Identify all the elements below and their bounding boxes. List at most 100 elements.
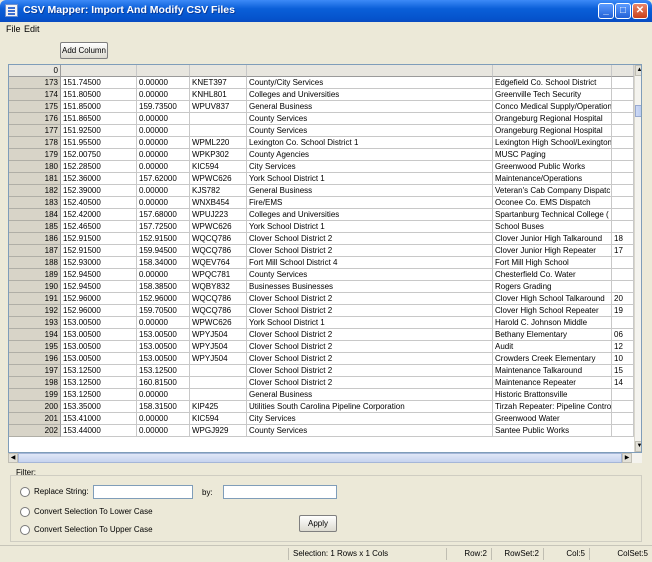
- table-cell[interactable]: Clover School District 2: [247, 305, 493, 317]
- row-number[interactable]: 192: [9, 305, 61, 317]
- table-cell[interactable]: 159.94500: [137, 245, 190, 257]
- table-cell[interactable]: WQCQ786: [190, 233, 247, 245]
- table-cell[interactable]: 151.92500: [61, 125, 137, 137]
- row-number[interactable]: 194: [9, 329, 61, 341]
- table-cell[interactable]: 153.00500: [61, 317, 137, 329]
- table-cell[interactable]: WPYJ504: [190, 329, 247, 341]
- table-row[interactable]: 187 152.91500 159.94500 WQCQ786 Clover Schoo…: [9, 245, 634, 257]
- table-row[interactable]: 199 153.12500 0.00000 General Business Histo…: [9, 389, 634, 401]
- table-cell[interactable]: KJS782: [190, 185, 247, 197]
- table-cell[interactable]: Maintenance Talkaround: [493, 365, 612, 377]
- table-cell[interactable]: County Services: [247, 125, 493, 137]
- table-cell[interactable]: 152.94500: [61, 269, 137, 281]
- vertical-scrollbar[interactable]: ▲ ▼: [634, 65, 641, 452]
- table-cell[interactable]: 0.00000: [137, 125, 190, 137]
- table-cell[interactable]: Clover High School Talkaround: [493, 293, 612, 305]
- scroll-right-button[interactable]: ▶: [622, 453, 632, 463]
- table-cell[interactable]: Veteran's Cab Company Dispatc: [493, 185, 612, 197]
- row-number[interactable]: 184: [9, 209, 61, 221]
- table-cell[interactable]: 158.31500: [137, 401, 190, 413]
- title-bar[interactable]: CSV Mapper: Import And Modify CSV Files …: [0, 0, 652, 22]
- table-cell[interactable]: WQCQ786: [190, 293, 247, 305]
- scroll-up-button[interactable]: ▲: [635, 65, 641, 76]
- table-cell[interactable]: 0.00000: [137, 269, 190, 281]
- row-number[interactable]: 174: [9, 89, 61, 101]
- row-number[interactable]: 175: [9, 101, 61, 113]
- table-cell[interactable]: 20: [612, 293, 634, 305]
- table-cell[interactable]: 151.95500: [61, 137, 137, 149]
- table-cell[interactable]: Oconee Co. EMS Dispatch: [493, 197, 612, 209]
- replace-string-option[interactable]: Replace String:: [20, 486, 89, 498]
- table-cell[interactable]: KNHL801: [190, 89, 247, 101]
- scroll-down-button[interactable]: ▼: [635, 441, 641, 452]
- table-row[interactable]: 201 153.41000 0.00000 KIC594 City Services Gr…: [9, 413, 634, 425]
- table-cell[interactable]: 152.46500: [61, 221, 137, 233]
- table-cell[interactable]: 159.70500: [137, 305, 190, 317]
- table-cell[interactable]: Bethany Elementary: [493, 329, 612, 341]
- row-number[interactable]: 195: [9, 341, 61, 353]
- table-cell[interactable]: General Business: [247, 389, 493, 401]
- table-row[interactable]: 185 152.46500 157.72500 WPWC626 York School …: [9, 221, 634, 233]
- table-cell[interactable]: Clover School District 2: [247, 245, 493, 257]
- apply-button[interactable]: Apply: [299, 515, 337, 532]
- table-cell[interactable]: 152.96000: [137, 293, 190, 305]
- table-cell[interactable]: 153.12500: [137, 365, 190, 377]
- row-number[interactable]: 183: [9, 197, 61, 209]
- table-cell[interactable]: Greenwood Public Works: [493, 161, 612, 173]
- table-cell[interactable]: WPWC626: [190, 173, 247, 185]
- table-cell[interactable]: [190, 125, 247, 137]
- row-number[interactable]: 197: [9, 365, 61, 377]
- table-cell[interactable]: 157.72500: [137, 221, 190, 233]
- table-cell[interactable]: 152.42000: [61, 209, 137, 221]
- table-cell[interactable]: 0.00000: [137, 89, 190, 101]
- table-row[interactable]: 194 153.00500 153.00500 WPYJ504 Clover Schoo…: [9, 329, 634, 341]
- table-cell[interactable]: 158.38500: [137, 281, 190, 293]
- table-cell[interactable]: 152.94500: [61, 281, 137, 293]
- table-cell[interactable]: [190, 389, 247, 401]
- table-cell[interactable]: Clover School District 2: [247, 353, 493, 365]
- table-cell[interactable]: KIC594: [190, 161, 247, 173]
- table-cell[interactable]: York School District 1: [247, 221, 493, 233]
- table-cell[interactable]: 14: [612, 377, 634, 389]
- table-cell[interactable]: 19: [612, 305, 634, 317]
- table-cell[interactable]: 0.00000: [137, 413, 190, 425]
- table-cell[interactable]: 152.96000: [61, 293, 137, 305]
- table-cell[interactable]: [612, 149, 634, 161]
- by-input[interactable]: [223, 485, 337, 499]
- table-cell[interactable]: [612, 101, 634, 113]
- row-number[interactable]: 179: [9, 149, 61, 161]
- row-number[interactable]: 198: [9, 377, 61, 389]
- table-cell[interactable]: Maintenance Repeater: [493, 377, 612, 389]
- table-cell[interactable]: WQEV764: [190, 257, 247, 269]
- table-cell[interactable]: City Services: [247, 413, 493, 425]
- table-cell[interactable]: 153.00500: [137, 329, 190, 341]
- table-cell[interactable]: Tirzah Repeater: Pipeline Control: [493, 401, 612, 413]
- table-cell[interactable]: 153.44000: [61, 425, 137, 437]
- table-cell[interactable]: 0.00000: [137, 137, 190, 149]
- table-row[interactable]: 180 152.28500 0.00000 KIC594 City Services Gr…: [9, 161, 634, 173]
- table-cell[interactable]: [612, 89, 634, 101]
- row-number[interactable]: 180: [9, 161, 61, 173]
- table-cell[interactable]: WQCQ786: [190, 245, 247, 257]
- table-cell[interactable]: 152.91500: [61, 245, 137, 257]
- table-row[interactable]: 173 151.74500 0.00000 KNET397 County/City Se…: [9, 77, 634, 89]
- table-cell[interactable]: Fort Mill High School: [493, 257, 612, 269]
- table-cell[interactable]: 152.96000: [61, 305, 137, 317]
- table-cell[interactable]: Maintenance/Operations: [493, 173, 612, 185]
- table-cell[interactable]: 157.62000: [137, 173, 190, 185]
- table-cell[interactable]: WPKP302: [190, 149, 247, 161]
- table-cell[interactable]: 159.73500: [137, 101, 190, 113]
- table-cell[interactable]: [612, 185, 634, 197]
- replace-input[interactable]: [93, 485, 193, 499]
- table-cell[interactable]: 153.00500: [137, 341, 190, 353]
- table-cell[interactable]: Rogers Grading: [493, 281, 612, 293]
- table-cell[interactable]: Edgefield Co. School District: [493, 77, 612, 89]
- table-row[interactable]: 179 152.00750 0.00000 WPKP302 County Agencie…: [9, 149, 634, 161]
- table-cell[interactable]: [612, 137, 634, 149]
- table-row[interactable]: 186 152.91500 152.91500 WQCQ786 Clover Schoo…: [9, 233, 634, 245]
- table-cell[interactable]: City Services: [247, 161, 493, 173]
- row-number[interactable]: 185: [9, 221, 61, 233]
- table-cell[interactable]: 157.68000: [137, 209, 190, 221]
- replace-radio[interactable]: [20, 486, 30, 497]
- table-cell[interactable]: Historic Brattonsville: [493, 389, 612, 401]
